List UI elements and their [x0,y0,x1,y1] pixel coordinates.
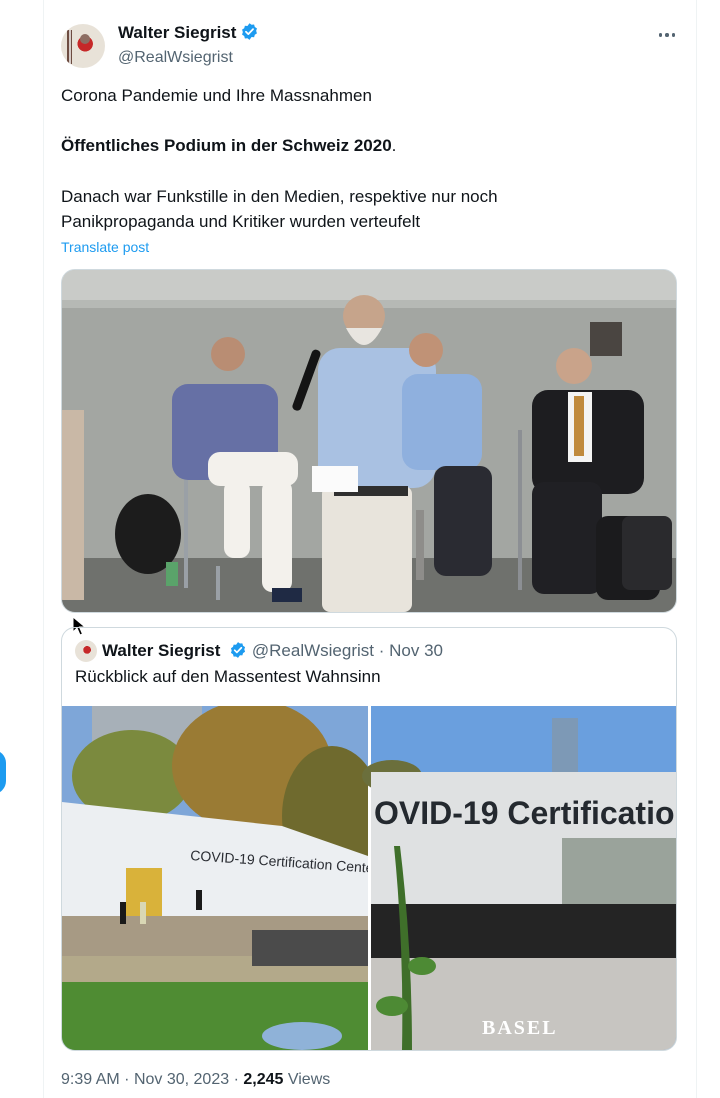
right-photo-caption: BASEL [482,1017,558,1039]
side-floating-button[interactable] [0,750,6,794]
author-block: Walter Siegrist @RealWsiegrist [118,22,259,69]
views-count: 2,245 [243,1071,284,1088]
post-text-line-3: Danach war Funkstille in den Medien, res… [61,184,661,234]
post-video[interactable] [61,269,677,613]
post-date[interactable]: Nov 30, 2023 [134,1071,229,1088]
quoted-post[interactable]: Walter Siegrist @RealWsiegrist · Nov 30 … [61,627,677,1051]
verified-badge-icon [240,22,259,46]
more-options-icon[interactable] [654,24,680,46]
quoted-header: Walter Siegrist @RealWsiegrist · Nov 30 [102,640,443,665]
post-meta: 9:39 AM · Nov 30, 2023 · 2,245 Views [61,1069,330,1091]
quoted-separator: · [378,641,385,660]
quoted-photos: COVID-19 Certification Center OVID-19 Ce… [62,700,676,1050]
quoted-handle: @RealWsiegrist [251,641,374,660]
verified-badge-icon [229,641,247,665]
right-photo-sign: OVID-19 Certification [374,795,676,831]
post-text-line-1: Corona Pandemie und Ihre Massnahmen [61,86,372,105]
quoted-display-name: Walter Siegrist [102,641,221,660]
quoted-text: Rückblick auf den Massentest Wahnsinn [75,667,381,686]
post-text-line-3b: Panikpropaganda und Kritiker wurden vert… [61,212,421,231]
meta-separator-2: · [233,1071,239,1088]
quoted-date: Nov 30 [389,641,444,660]
post-text-line-3a: Danach war Funkstille in den Medien, res… [61,187,498,206]
avatar[interactable] [61,24,105,68]
podium-photo [62,270,676,612]
translate-post-link[interactable]: Translate post [61,239,149,255]
author-display-name[interactable]: Walter Siegrist [118,23,236,42]
post-time[interactable]: 9:39 AM [61,1071,120,1088]
meta-separator-1: · [124,1071,130,1088]
author-handle[interactable]: @RealWsiegrist [118,47,259,69]
post-text-period: . [391,136,397,155]
post-bold-text: Öffentliches Podium in der Schweiz 2020 [61,136,392,155]
post-text-line-2: Öffentliches Podium in der Schweiz 2020. [61,133,661,158]
views-label: Views [287,1071,331,1088]
quoted-avatar [75,640,97,662]
quoted-media[interactable]: COVID-19 Certification Center OVID-19 Ce… [62,700,676,1050]
